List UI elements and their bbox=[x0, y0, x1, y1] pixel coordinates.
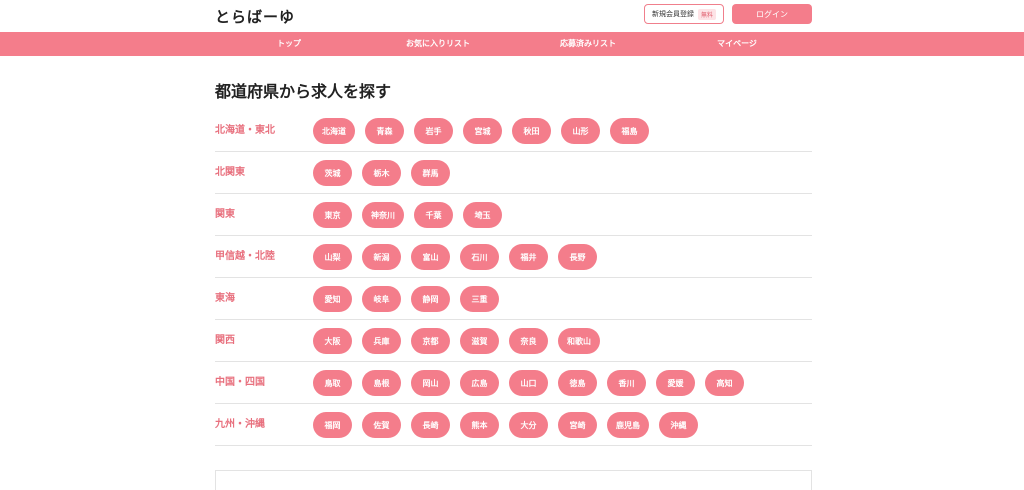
nav-applied[interactable]: 応募済みリスト bbox=[560, 32, 616, 56]
prefecture-button[interactable]: 徳島 bbox=[558, 370, 597, 396]
prefecture-button[interactable]: 埼玉 bbox=[463, 202, 502, 228]
prefecture-button[interactable]: 千葉 bbox=[414, 202, 453, 228]
region-label: 中国・四国 bbox=[215, 377, 265, 388]
region-label: 甲信越・北陸 bbox=[215, 251, 275, 262]
prefecture-button[interactable]: 岐阜 bbox=[362, 286, 401, 312]
prefecture-button[interactable]: 山口 bbox=[509, 370, 548, 396]
prefecture-button[interactable]: 鹿児島 bbox=[607, 412, 649, 438]
register-button[interactable]: 新規会員登録 無料 bbox=[644, 4, 724, 24]
region-label: 北海道・東北 bbox=[215, 125, 275, 136]
login-button[interactable]: ログイン bbox=[732, 4, 812, 24]
prefecture-button[interactable]: 福岡 bbox=[313, 412, 352, 438]
prefecture-button[interactable]: 三重 bbox=[460, 286, 499, 312]
prefecture-button[interactable]: 茨城 bbox=[313, 160, 352, 186]
prefecture-list: 愛知 岐阜 静岡 三重 bbox=[313, 286, 499, 312]
region-label: 北関東 bbox=[215, 167, 245, 178]
free-badge: 無料 bbox=[697, 8, 716, 20]
prefecture-button[interactable]: 奈良 bbox=[509, 328, 548, 354]
prefecture-button[interactable]: 島根 bbox=[362, 370, 401, 396]
region-row: 北関東 茨城 栃木 群馬 bbox=[215, 152, 812, 194]
prefecture-button[interactable]: 愛媛 bbox=[656, 370, 695, 396]
prefecture-button[interactable]: 高知 bbox=[705, 370, 744, 396]
site-header: とらばーゆ 新規会員登録 無料 ログイン bbox=[0, 0, 1024, 32]
prefecture-button[interactable]: 岡山 bbox=[411, 370, 450, 396]
prefecture-button[interactable]: 宮崎 bbox=[558, 412, 597, 438]
prefecture-button[interactable]: 石川 bbox=[460, 244, 499, 270]
prefecture-button[interactable]: 栃木 bbox=[362, 160, 401, 186]
prefecture-button[interactable]: 新潟 bbox=[362, 244, 401, 270]
prefecture-button[interactable]: 大阪 bbox=[313, 328, 352, 354]
prefecture-button[interactable]: 富山 bbox=[411, 244, 450, 270]
prefecture-button[interactable]: 大分 bbox=[509, 412, 548, 438]
page-title: 都道府県から求人を探す bbox=[215, 82, 392, 101]
prefecture-button[interactable]: 滋賀 bbox=[460, 328, 499, 354]
prefecture-button[interactable]: 長野 bbox=[558, 244, 597, 270]
prefecture-button[interactable]: 福井 bbox=[509, 244, 548, 270]
prefecture-button[interactable]: 沖縄 bbox=[659, 412, 698, 438]
prefecture-list: 大阪 兵庫 京都 滋賀 奈良 和歌山 bbox=[313, 328, 600, 354]
prefecture-button[interactable]: 広島 bbox=[460, 370, 499, 396]
prefecture-button[interactable]: 香川 bbox=[607, 370, 646, 396]
nav-favorites[interactable]: お気に入りリスト bbox=[406, 32, 470, 56]
region-row: 東海 愛知 岐阜 静岡 三重 bbox=[215, 278, 812, 320]
prefecture-button[interactable]: 長崎 bbox=[411, 412, 450, 438]
region-row: 甲信越・北陸 山梨 新潟 富山 石川 福井 長野 bbox=[215, 236, 812, 278]
region-row: 関東 東京 神奈川 千葉 埼玉 bbox=[215, 194, 812, 236]
prefecture-button[interactable]: 熊本 bbox=[460, 412, 499, 438]
prefecture-button[interactable]: 神奈川 bbox=[362, 202, 404, 228]
region-row: 関西 大阪 兵庫 京都 滋賀 奈良 和歌山 bbox=[215, 320, 812, 362]
nav-mypage[interactable]: マイページ bbox=[717, 32, 757, 56]
prefecture-button[interactable]: 福島 bbox=[610, 118, 649, 144]
prefecture-button[interactable]: 東京 bbox=[313, 202, 352, 228]
prefecture-button[interactable]: 静岡 bbox=[411, 286, 450, 312]
prefecture-list: 鳥取 島根 岡山 広島 山口 徳島 香川 愛媛 高知 bbox=[313, 370, 744, 396]
main-nav: トップ お気に入りリスト 応募済みリスト マイページ bbox=[0, 32, 1024, 56]
region-row: 中国・四国 鳥取 島根 岡山 広島 山口 徳島 香川 愛媛 高知 bbox=[215, 362, 812, 404]
prefecture-button[interactable]: 秋田 bbox=[512, 118, 551, 144]
prefecture-button[interactable]: 北海道 bbox=[313, 118, 355, 144]
prefecture-list: 茨城 栃木 群馬 bbox=[313, 160, 450, 186]
prefecture-list: 東京 神奈川 千葉 埼玉 bbox=[313, 202, 502, 228]
lower-section-box bbox=[215, 470, 812, 490]
prefecture-button[interactable]: 青森 bbox=[365, 118, 404, 144]
prefecture-list: 北海道 青森 岩手 宮城 秋田 山形 福島 bbox=[313, 118, 649, 144]
region-label: 九州・沖縄 bbox=[215, 419, 265, 430]
prefecture-list: 山梨 新潟 富山 石川 福井 長野 bbox=[313, 244, 597, 270]
nav-top[interactable]: トップ bbox=[277, 32, 301, 56]
region-label: 関東 bbox=[215, 209, 235, 220]
prefecture-button[interactable]: 山形 bbox=[561, 118, 600, 144]
prefecture-button[interactable]: 佐賀 bbox=[362, 412, 401, 438]
prefecture-button[interactable]: 宮城 bbox=[463, 118, 502, 144]
region-label: 関西 bbox=[215, 335, 235, 346]
prefecture-button[interactable]: 兵庫 bbox=[362, 328, 401, 354]
prefecture-button[interactable]: 和歌山 bbox=[558, 328, 600, 354]
prefecture-button[interactable]: 京都 bbox=[411, 328, 450, 354]
region-row: 北海道・東北 北海道 青森 岩手 宮城 秋田 山形 福島 bbox=[215, 110, 812, 152]
prefecture-button[interactable]: 愛知 bbox=[313, 286, 352, 312]
region-label: 東海 bbox=[215, 293, 235, 304]
prefecture-list: 福岡 佐賀 長崎 熊本 大分 宮崎 鹿児島 沖縄 bbox=[313, 412, 698, 438]
register-label: 新規会員登録 bbox=[651, 10, 694, 18]
prefecture-button[interactable]: 山梨 bbox=[313, 244, 352, 270]
prefecture-button[interactable]: 岩手 bbox=[414, 118, 453, 144]
prefecture-button[interactable]: 鳥取 bbox=[313, 370, 352, 396]
region-row: 九州・沖縄 福岡 佐賀 長崎 熊本 大分 宮崎 鹿児島 沖縄 bbox=[215, 404, 812, 446]
prefecture-button[interactable]: 群馬 bbox=[411, 160, 450, 186]
site-logo[interactable]: とらばーゆ bbox=[215, 6, 295, 27]
